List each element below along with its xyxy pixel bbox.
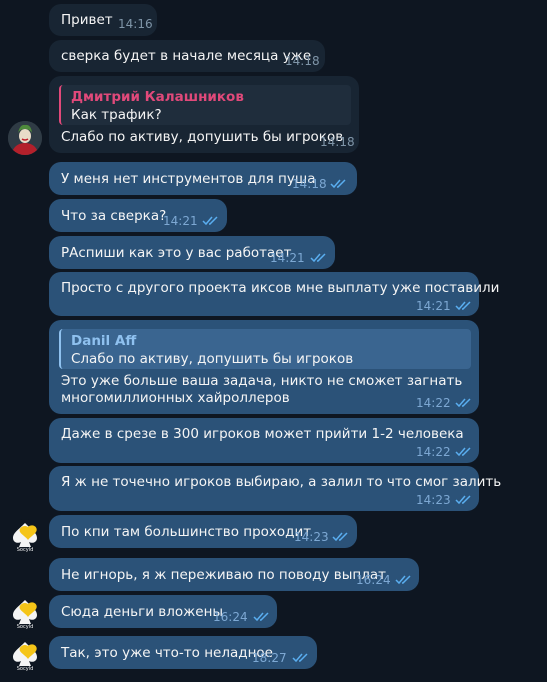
message-time: 14:18 <box>285 54 320 68</box>
spade-logo-icon: Socyld <box>13 523 37 553</box>
reply-quote[interactable]: Дмитрий Калашников Как трафик? <box>59 85 351 125</box>
double-check-icon <box>455 495 471 505</box>
message-time: 14:23 <box>416 493 451 507</box>
message-bubble[interactable]: сверка будет в начале месяца уже 14:18 <box>49 40 325 72</box>
message-text: многомиллионных хайроллеров <box>61 390 290 406</box>
double-check-icon <box>253 612 269 622</box>
message-text: Я ж не точечно игроков выбираю, а залил … <box>61 474 502 490</box>
message-time: 14:16 <box>118 17 153 31</box>
message-text: Привет <box>61 12 113 28</box>
reply-text: Как трафик? <box>71 107 162 123</box>
message-bubble[interactable]: Просто с другого проекта иксов мне выпла… <box>49 272 499 316</box>
message-text: Не игнорь, я ж переживаю по поводу выпла… <box>61 567 387 583</box>
reply-quote[interactable]: Danil Aff Слабо по активу, допушить бы и… <box>59 329 471 369</box>
message-bubble[interactable]: Я ж не точечно игроков выбираю, а залил … <box>49 466 501 511</box>
reply-text: Слабо по активу, допушить бы игроков <box>71 351 354 367</box>
double-check-icon <box>455 447 471 457</box>
joker-avatar-icon <box>8 121 42 155</box>
spade-logo-icon: Socyld <box>13 600 37 630</box>
user-avatar[interactable]: Socyld <box>8 519 42 553</box>
message-bubble[interactable]: Привет 14:16 <box>49 4 157 36</box>
message-time: 14:23 <box>294 530 329 544</box>
double-check-icon <box>330 179 346 189</box>
double-check-icon <box>310 253 326 263</box>
user-avatar[interactable] <box>8 121 42 155</box>
message-bubble[interactable]: Danil Aff Слабо по активу, допушить бы и… <box>49 320 479 414</box>
message-text: Слабо по активу, допушить бы игроков <box>61 129 344 145</box>
message-bubble[interactable]: Так, это уже что-то неладное 18:27 <box>49 636 317 669</box>
reply-author: Дмитрий Калашников <box>71 89 244 105</box>
double-check-icon <box>395 575 411 585</box>
message-time: 14:22 <box>416 396 451 410</box>
message-time: 18:27 <box>252 651 287 665</box>
spade-logo-icon: Socyld <box>13 642 37 672</box>
message-time: 16:24 <box>213 610 248 624</box>
message-time: 14:22 <box>416 445 451 459</box>
message-text: Это уже больше ваша задача, никто не смо… <box>61 373 463 389</box>
message-bubble[interactable]: Дмитрий Калашников Как трафик? Слабо по … <box>49 76 359 153</box>
message-text: По кпи там большинство проходит <box>61 524 312 540</box>
message-text: Так, это уже что-то неладное <box>61 645 273 661</box>
message-text: Даже в срезе в 300 игроков может прийти … <box>61 426 464 442</box>
message-bubble[interactable]: РАспиши как это у вас работает 14:21 <box>49 236 335 269</box>
message-text: РАспиши как это у вас работает <box>61 245 292 261</box>
message-text: Сюда деньги вложены <box>61 604 224 620</box>
svg-text:Socyld: Socyld <box>17 547 34 553</box>
double-check-icon <box>455 398 471 408</box>
double-check-icon <box>455 301 471 311</box>
message-text: Просто с другого проекта иксов мне выпла… <box>61 280 500 296</box>
user-avatar[interactable]: Socyld <box>8 596 42 630</box>
double-check-icon <box>332 532 348 542</box>
message-time: 14:18 <box>320 135 355 149</box>
message-time: 14:21 <box>270 251 305 265</box>
double-check-icon <box>202 216 218 226</box>
message-time: 14:21 <box>163 214 198 228</box>
reply-author: Danil Aff <box>71 333 137 349</box>
message-text: Что за сверка? <box>61 208 167 224</box>
message-bubble[interactable]: Даже в срезе в 300 игроков может прийти … <box>49 418 479 463</box>
message-text: У меня нет инструментов для пуша <box>61 171 316 187</box>
message-bubble[interactable]: Что за сверка? 14:21 <box>49 199 227 232</box>
message-time: 14:21 <box>416 299 451 313</box>
svg-text:Socyld: Socyld <box>17 624 34 630</box>
message-bubble[interactable]: По кпи там большинство проходит 14:23 <box>49 515 357 548</box>
message-text: сверка будет в начале месяца уже <box>61 48 312 64</box>
message-bubble[interactable]: Не игнорь, я ж переживаю по поводу выпла… <box>49 558 419 591</box>
message-time: 16:24 <box>356 573 391 587</box>
user-avatar[interactable]: Socyld <box>8 638 42 672</box>
message-time: 14:18 <box>292 177 327 191</box>
message-bubble[interactable]: Сюда деньги вложены 16:24 <box>49 595 277 628</box>
message-bubble[interactable]: У меня нет инструментов для пуша 14:18 <box>49 162 357 195</box>
double-check-icon <box>292 653 308 663</box>
svg-text:Socyld: Socyld <box>17 666 34 672</box>
